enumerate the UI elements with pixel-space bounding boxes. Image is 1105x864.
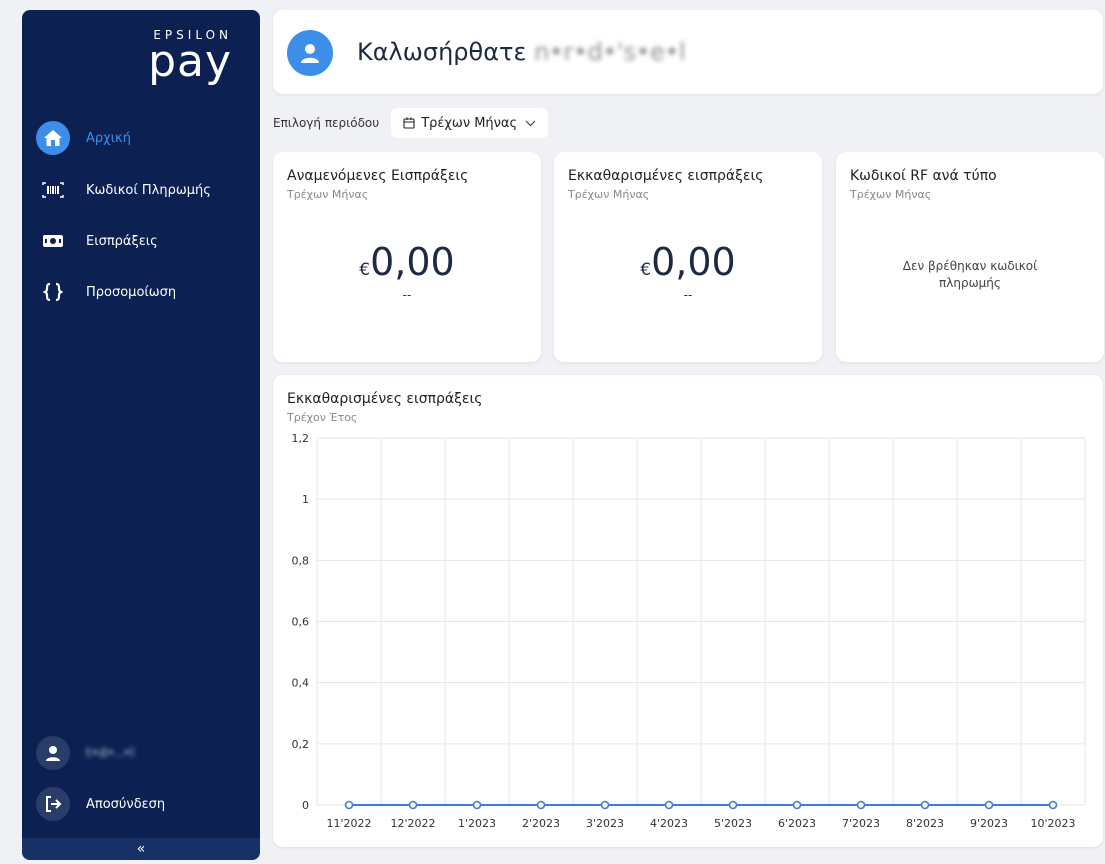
data-point [664, 800, 674, 810]
logout-button[interactable]: Αποσύνδεση [36, 787, 165, 821]
data-point [920, 800, 930, 810]
x-tick-label: 4'2023 [650, 817, 688, 830]
welcome-user-name: n•r•d•'s•e•l [534, 38, 686, 66]
card-subtitle: Τρέχων Μήνας [850, 188, 932, 201]
empty-state-text: Δεν βρέθηκαν κωδικοί πληρωμής [902, 259, 1038, 290]
currency-symbol: € [359, 260, 371, 280]
logout-label: Αποσύνδεση [86, 796, 166, 812]
x-tick-label: 7'2023 [842, 817, 880, 830]
sidebar-item-home[interactable]: Αρχική [36, 121, 131, 155]
y-tick-label: 0,6 [292, 616, 310, 629]
card-title: Αναμενόμενες Εισπράξεις [287, 168, 469, 184]
sidebar: EPSILON pay Αρχική Κωδικοί Πληρωμής Εισπ… [22, 10, 260, 860]
change-indicator: -- [402, 288, 412, 302]
data-point [536, 800, 546, 810]
data-point [472, 800, 482, 810]
cash-icon [36, 224, 70, 258]
user-icon [36, 736, 70, 770]
data-point [984, 800, 994, 810]
data-point [728, 800, 738, 810]
data-point [344, 800, 354, 810]
calendar-icon [403, 117, 415, 129]
data-point [600, 800, 610, 810]
card-title: Κωδικοί RF ανά τύπο [850, 168, 997, 184]
x-tick-label: 10'2023 [1030, 817, 1075, 830]
sidebar-item-label: Προσομοίωση [86, 284, 177, 300]
x-tick-label: 6'2023 [778, 817, 816, 830]
period-selected-value: Τρέχων Μήνας [421, 115, 518, 131]
card-subtitle: Τρέχων Μήνας [568, 188, 650, 201]
y-tick-label: 0,2 [292, 738, 310, 751]
welcome-header: Καλωσήρθατε n•r•d•'s•e•l [273, 10, 1103, 94]
y-tick-label: 0,8 [292, 554, 310, 567]
x-tick-label: 3'2023 [586, 817, 624, 830]
card-subtitle: Τρέχων Μήνας [287, 188, 369, 201]
x-tick-label: 1'2023 [458, 817, 496, 830]
y-tick-label: 0,4 [292, 677, 310, 690]
logout-icon [36, 787, 70, 821]
sidebar-item-payment-codes[interactable]: Κωδικοί Πληρωμής [36, 173, 211, 207]
data-point [792, 800, 802, 810]
x-tick-label: 9'2023 [970, 817, 1008, 830]
rf-codes-card: Κωδικοί RF ανά τύπο Τρέχων Μήνας Δεν βρέ… [836, 152, 1104, 362]
data-point [1048, 800, 1058, 810]
x-tick-label: 12'2022 [390, 817, 435, 830]
x-tick-label: 11'2022 [326, 817, 371, 830]
x-tick-label: 5'2023 [714, 817, 752, 830]
y-tick-label: 1 [302, 493, 309, 506]
amount: 0,00 [370, 240, 455, 284]
sidebar-item-label: Αρχική [86, 130, 131, 146]
cleared-collections-card: Εκκαθαρισμένες εισπράξεις Τρέχων Μήνας €… [554, 152, 822, 362]
period-label: Επιλογή περιόδου [273, 116, 380, 130]
y-tick-label: 0 [302, 799, 309, 812]
y-tick-label: 1,2 [292, 432, 310, 445]
cleared-collections-chart-card: Εκκαθαρισμένες εισπράξεις Τρέχον Έτος 00… [273, 375, 1103, 847]
card-title: Εκκαθαρισμένες εισπράξεις [568, 168, 764, 184]
line-chart: 0 0,2 0,4 0,6 0,8 1 1,2 11'2022 12'2022 1'2023 2'2… [292, 432, 1086, 830]
card-value: €0,00 [554, 240, 822, 284]
x-tick-label: 8'2023 [906, 817, 944, 830]
sidebar-item-label: Εισπράξεις [86, 233, 158, 249]
avatar-icon [287, 30, 333, 76]
period-dropdown[interactable]: Τρέχων Μήνας [391, 108, 549, 138]
change-indicator: -- [683, 288, 693, 302]
data-point [408, 800, 418, 810]
home-icon [36, 121, 70, 155]
currency-symbol: € [640, 260, 652, 280]
braces-icon [36, 275, 70, 309]
chevron-down-icon [525, 120, 536, 126]
user-name: t•d•..•l [86, 745, 135, 761]
user-profile[interactable]: t•d•..•l [36, 736, 134, 770]
period-selector-row: Επιλογή περιόδου Τρέχων Μήνας [273, 108, 549, 138]
barcode-icon [36, 173, 70, 207]
sidebar-item-collections[interactable]: Εισπράξεις [36, 224, 158, 258]
data-point [856, 800, 866, 810]
welcome-text: Καλωσήρθατε [357, 38, 527, 66]
logo-main-text: pay [148, 36, 232, 87]
expected-collections-card: Αναμενόμενες Εισπράξεις Τρέχων Μήνας €0,… [273, 152, 541, 362]
collapse-sidebar-button[interactable]: « [22, 838, 260, 860]
card-value: €0,00 [273, 240, 541, 284]
epsilon-pay-logo: EPSILON pay [148, 28, 232, 87]
amount: 0,00 [651, 240, 736, 284]
sidebar-item-simulation[interactable]: Προσομοίωση [36, 275, 176, 309]
x-tick-label: 2'2023 [522, 817, 560, 830]
sidebar-item-label: Κωδικοί Πληρωμής [86, 182, 211, 198]
page-title: Καλωσήρθατε n•r•d•'s•e•l [357, 38, 686, 66]
